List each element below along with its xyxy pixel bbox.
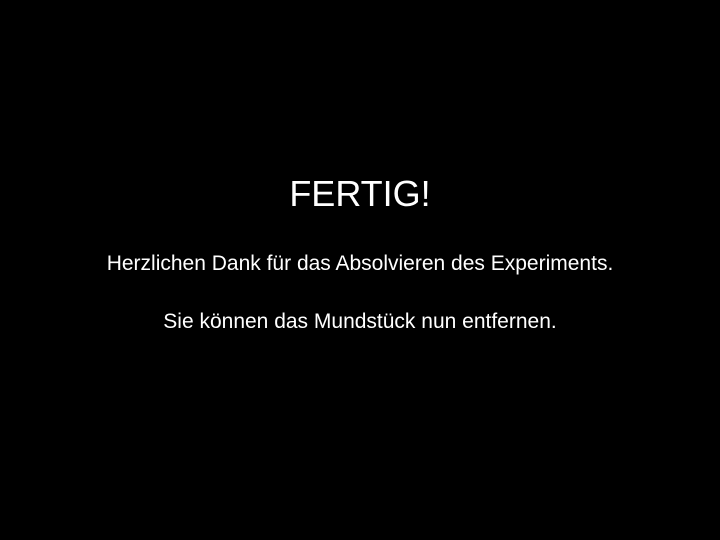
mouthpiece-instruction: Sie können das Mundstück nun entfernen.: [163, 310, 557, 333]
thanks-message: Herzlichen Dank für das Absolvieren des …: [106, 252, 614, 275]
completion-heading: FERTIG!: [289, 173, 431, 214]
experiment-end-screen: FERTIG! Herzlichen Dank für das Absolvie…: [0, 0, 720, 540]
